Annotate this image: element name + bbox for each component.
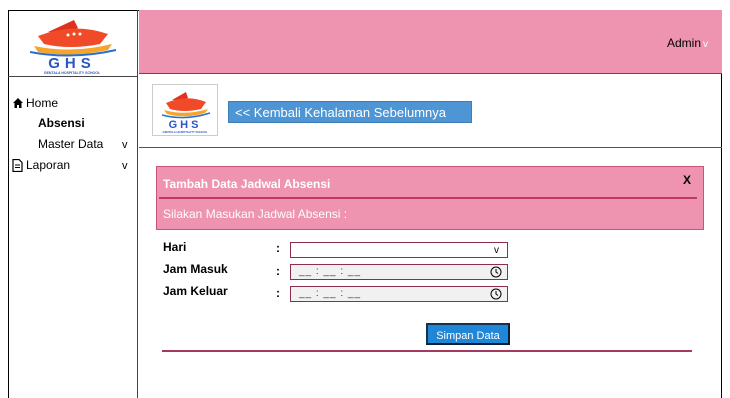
divider (139, 147, 722, 148)
field-label-jam-masuk: Jam Masuk (163, 262, 228, 276)
divider (159, 197, 697, 199)
sidebar-item-home[interactable]: Home (26, 96, 58, 110)
form-subtitle: Silakan Masukan Jadwal Absensi : (163, 207, 348, 221)
logo-subtitle: GENTALA HOSPITALITY SCHOOL (44, 71, 101, 75)
field-label-hari: Hari (163, 240, 187, 254)
field-label-jam-keluar: Jam Keluar (163, 284, 228, 298)
user-menu[interactable]: Admin v (667, 36, 708, 50)
sidebar-logo[interactable]: GHS GENTALA HOSPITALITY SCHOOL (8, 10, 137, 77)
jam-masuk-input[interactable]: __ : __ : __ (290, 264, 508, 280)
logo-text: GHS (48, 55, 96, 72)
jam-masuk-placeholder: __ : __ : __ (299, 266, 362, 277)
logo-subtitle: GENTALA HOSPITALITY SCHOOL (163, 130, 208, 134)
user-label: Admin (666, 36, 701, 50)
field-colon: : (276, 241, 280, 255)
sidebar-item-laporan[interactable]: Laporan (26, 158, 70, 172)
home-icon (12, 97, 24, 112)
chevron-down-icon: v (122, 139, 128, 151)
field-colon: : (276, 264, 280, 278)
hari-select[interactable]: v (290, 242, 508, 258)
sidebar-item-absensi[interactable]: Absensi (38, 116, 85, 130)
chevron-down-icon: v (122, 160, 128, 172)
page-logo: GHS GENTALA HOSPITALITY SCHOOL (152, 84, 218, 136)
back-button[interactable]: << Kembali Kehalaman Sebelumnya (228, 101, 472, 123)
document-icon (12, 158, 23, 175)
form-title: Tambah Data Jadwal Absensi (163, 177, 331, 191)
field-colon: : (276, 286, 280, 300)
jam-keluar-placeholder: __ : __ : __ (299, 288, 362, 299)
jam-keluar-input[interactable]: __ : __ : __ (290, 286, 508, 302)
sidebar: GHS GENTALA HOSPITALITY SCHOOL Home Abse… (8, 10, 138, 398)
save-button[interactable]: Simpan Data (426, 323, 510, 345)
top-header: Admin v (139, 10, 722, 74)
clock-icon[interactable] (490, 266, 502, 278)
form-header: Tambah Data Jadwal Absensi X Silakan Mas… (156, 166, 704, 230)
sidebar-item-master-data[interactable]: Master Data (38, 137, 103, 151)
clock-icon[interactable] (490, 288, 502, 300)
close-button[interactable]: X (683, 173, 691, 187)
chevron-down-icon: v (494, 245, 499, 256)
chevron-down-icon: v (703, 39, 708, 50)
divider (162, 350, 692, 352)
